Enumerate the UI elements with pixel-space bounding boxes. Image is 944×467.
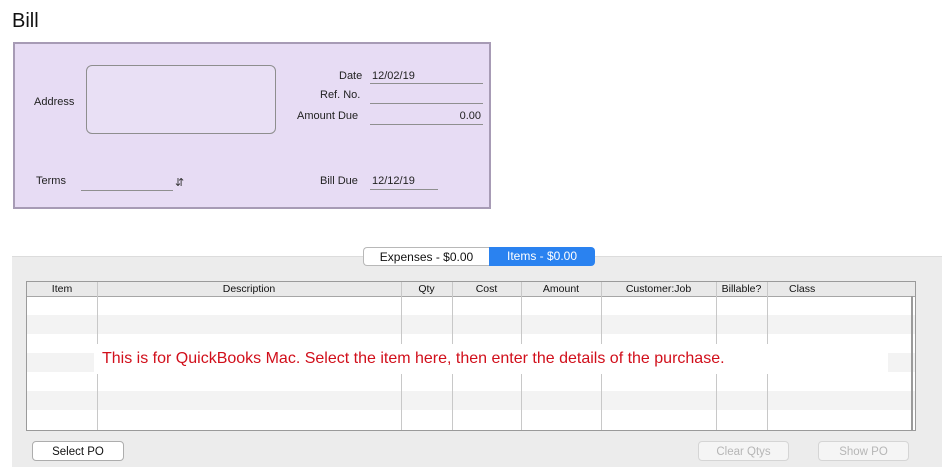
tab-expenses[interactable]: Expenses - $0.00 <box>363 247 489 266</box>
tab-items[interactable]: Items - $0.00 <box>489 247 595 266</box>
column-header-description[interactable]: Description <box>97 282 401 296</box>
select-po-button[interactable]: Select PO <box>32 441 124 461</box>
table-row[interactable] <box>27 372 915 391</box>
vertical-scrollbar[interactable] <box>911 296 915 430</box>
show-po-button[interactable]: Show PO <box>818 441 909 461</box>
table-row[interactable] <box>27 296 915 315</box>
date-underline <box>370 83 483 84</box>
bill-due-underline <box>370 189 438 190</box>
table-header: Item Description Qty Cost Amount Custome… <box>27 282 915 297</box>
terms-label: Terms <box>36 175 66 187</box>
table-row[interactable] <box>27 391 915 410</box>
column-header-customer-job[interactable]: Customer:Job <box>601 282 716 296</box>
column-header-billable[interactable]: Billable? <box>716 282 767 296</box>
amount-due-underline <box>370 124 483 125</box>
bill-due-label: Bill Due <box>320 175 358 187</box>
address-field[interactable] <box>86 65 276 134</box>
column-header-item[interactable]: Item <box>27 282 97 296</box>
instruction-callout: This is for QuickBooks Mac. Select the i… <box>94 344 888 374</box>
clear-qtys-button[interactable]: Clear Qtys <box>698 441 789 461</box>
address-label: Address <box>34 96 75 108</box>
column-header-qty[interactable]: Qty <box>401 282 452 296</box>
up-down-chevron-icon[interactable]: ⇵ <box>175 176 184 189</box>
terms-dropdown[interactable] <box>81 190 173 191</box>
column-header-class[interactable]: Class <box>767 282 915 296</box>
bill-due-field[interactable]: 12/12/19 <box>372 175 415 187</box>
ref-no-label: Ref. No. <box>320 89 361 101</box>
amount-due-field[interactable]: 0.00 <box>370 110 481 122</box>
table-row[interactable] <box>27 410 915 429</box>
column-header-amount[interactable]: Amount <box>521 282 601 296</box>
table-row[interactable] <box>27 315 915 334</box>
date-field[interactable]: 12/02/19 <box>372 70 415 82</box>
date-label: Date <box>339 70 363 82</box>
page-title: Bill <box>12 10 39 32</box>
ref-no-underline <box>370 103 483 104</box>
amount-due-label: Amount Due <box>297 110 359 122</box>
bill-header-panel: Address Terms ⇵ Date 12/02/19 Ref. No. A… <box>13 42 491 209</box>
column-header-cost[interactable]: Cost <box>452 282 521 296</box>
